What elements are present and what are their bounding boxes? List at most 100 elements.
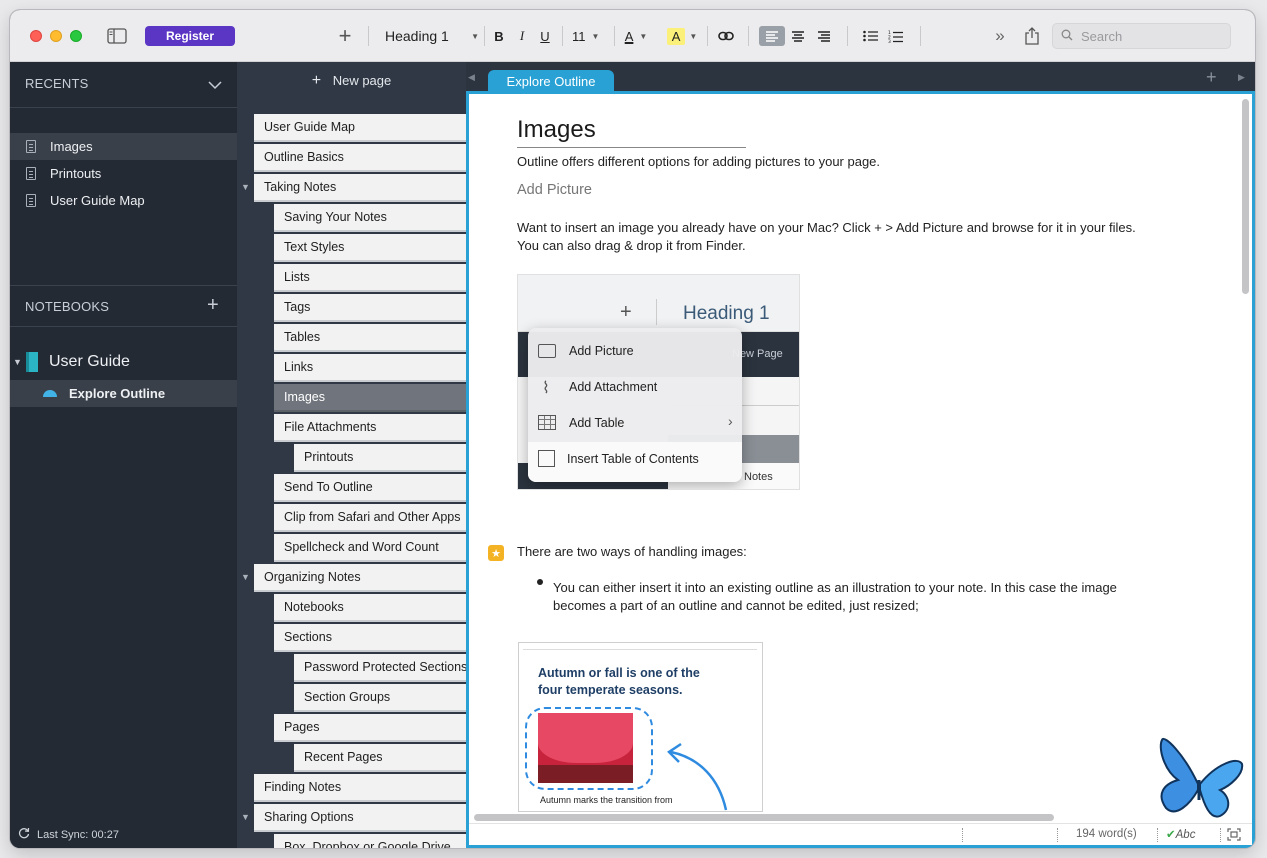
page-item[interactable]: Links <box>274 354 466 382</box>
fullscreen-icon[interactable] <box>1227 828 1241 844</box>
page-content[interactable]: Images Outline offers different options … <box>466 91 1255 848</box>
document-icon <box>26 140 36 153</box>
numbered-list-icon[interactable]: 123 <box>886 26 906 46</box>
bold-button[interactable]: B <box>492 26 506 46</box>
register-button[interactable]: Register <box>145 26 235 46</box>
page-item[interactable]: Lists <box>274 264 466 292</box>
embedded-image-autumn[interactable]: Autumn or fall is one of the four temper… <box>518 642 763 812</box>
search-icon <box>1061 29 1073 44</box>
page-item-label: Lists <box>284 270 310 284</box>
page-item[interactable]: Box, Dropbox or Google Drive <box>274 834 466 848</box>
page-item[interactable]: Organizing Notes <box>254 564 466 592</box>
page-item-label: Notebooks <box>284 600 344 614</box>
search-input[interactable]: Search <box>1052 23 1231 49</box>
recent-item-images[interactable]: Images <box>10 133 237 160</box>
minimize-window-button[interactable] <box>50 30 62 42</box>
page-item[interactable]: Printouts <box>294 444 466 472</box>
italic-button[interactable]: I <box>515 26 529 46</box>
page-title[interactable]: Images <box>517 116 746 148</box>
new-page-button[interactable]: + New page <box>237 72 466 90</box>
scroll-left-icon[interactable]: ◀ <box>468 72 475 83</box>
page-item[interactable]: Sections <box>274 624 466 652</box>
image-menu-item: Add Table <box>569 416 625 430</box>
bullet-item[interactable]: You can either insert it into an existin… <box>553 579 1123 615</box>
more-tools-icon[interactable]: » <box>990 26 1010 46</box>
page-item[interactable]: Section Groups <box>294 684 466 712</box>
page-item-label: Printouts <box>304 450 354 464</box>
page-item[interactable]: Outline Basics <box>254 144 466 172</box>
page-item[interactable]: Sharing Options <box>254 804 466 832</box>
page-item[interactable]: Password Protected Sections <box>294 654 466 682</box>
chevron-right-icon: › <box>728 413 733 429</box>
section-label: Explore Outline <box>69 386 166 401</box>
bullet-list-icon[interactable] <box>861 26 881 46</box>
font-color-button[interactable]: A ▼ <box>622 26 650 46</box>
paragraph-add-picture[interactable]: Want to insert an image you already have… <box>517 219 1137 255</box>
page-item[interactable]: Taking Notes <box>254 174 466 202</box>
chevron-down-icon[interactable]: ▼ <box>241 572 250 582</box>
recent-item-user-guide-map[interactable]: User Guide Map <box>10 187 237 214</box>
spellcheck-button[interactable]: ✔Abc <box>1166 827 1195 841</box>
notebook-user-guide[interactable]: ▼ User Guide <box>10 348 237 376</box>
zoom-window-button[interactable] <box>70 30 82 42</box>
tagged-line[interactable]: There are two ways of handling images: <box>517 543 747 561</box>
page-item[interactable]: Send To Outline <box>274 474 466 502</box>
page-item[interactable]: Saving Your Notes <box>274 204 466 232</box>
add-icon[interactable]: + <box>335 23 355 48</box>
sync-icon[interactable] <box>18 827 30 842</box>
page-item-label: Text Styles <box>284 240 345 254</box>
page-item[interactable]: User Guide Map <box>254 114 466 142</box>
page-item[interactable]: Pages <box>274 714 466 742</box>
page-item[interactable]: Finding Notes <box>254 774 466 802</box>
section-explore-outline[interactable]: Explore Outline <box>10 380 237 407</box>
share-icon[interactable] <box>1022 26 1042 46</box>
align-left-icon[interactable] <box>759 26 785 46</box>
vertical-scrollbar[interactable] <box>1242 99 1249 294</box>
document-icon <box>26 194 36 207</box>
chevron-down-icon[interactable] <box>208 77 222 95</box>
link-icon[interactable] <box>716 26 736 46</box>
align-center-icon[interactable] <box>788 26 808 46</box>
tab-explore-outline[interactable]: Explore Outline <box>488 70 614 92</box>
page-item[interactable]: Tables <box>274 324 466 352</box>
heading-style-value: Heading 1 <box>385 28 449 44</box>
page-item[interactable]: File Attachments <box>274 414 466 442</box>
chevron-down-icon: ▼ <box>471 32 479 41</box>
horizontal-scrollbar[interactable] <box>474 814 1054 821</box>
notebook-label: User Guide <box>49 353 130 370</box>
embedded-image-add-menu[interactable]: + Heading 1 New Page Notes Add Picture ⌇… <box>517 274 800 490</box>
font-size-value: 11 <box>572 28 586 44</box>
page-item[interactable]: Tags <box>274 294 466 322</box>
page-item[interactable]: Clip from Safari and Other Apps <box>274 504 466 532</box>
close-window-button[interactable] <box>30 30 42 42</box>
sidebar: RECENTS Images Printouts User Guide Map … <box>10 62 237 848</box>
scroll-right-icon[interactable]: ▶ <box>1238 72 1245 83</box>
last-sync-label: Last Sync: 00:27 <box>37 828 119 841</box>
page-item-label: User Guide Map <box>264 120 356 134</box>
chevron-down-icon[interactable]: ▼ <box>241 182 250 192</box>
page-item[interactable]: Recent Pages <box>294 744 466 772</box>
add-notebook-icon[interactable]: + <box>207 295 219 315</box>
underline-button[interactable]: U <box>538 26 552 46</box>
chevron-down-icon[interactable]: ▼ <box>241 812 250 822</box>
recent-item-label: Images <box>50 139 93 154</box>
image-menu-item: Insert Table of Contents <box>567 452 699 466</box>
page-item[interactable]: Images <box>274 384 466 412</box>
sidebar-toggle-icon[interactable] <box>106 26 128 46</box>
align-right-icon[interactable] <box>814 26 834 46</box>
add-tab-icon[interactable]: + <box>1206 67 1217 88</box>
intro-paragraph[interactable]: Outline offers different options for add… <box>517 153 880 171</box>
font-size-select[interactable]: 11 ▼ <box>572 26 602 46</box>
page-item[interactable]: Notebooks <box>274 594 466 622</box>
document-icon <box>26 167 36 180</box>
page-item[interactable]: Text Styles <box>274 234 466 262</box>
subheading[interactable]: Add Picture <box>517 182 592 198</box>
page-item-label: Saving Your Notes <box>284 210 387 224</box>
star-tag-icon[interactable]: ★ <box>488 545 504 561</box>
page-item-label: Spellcheck and Word Count <box>284 540 439 554</box>
highlight-button[interactable]: A ▼ <box>665 26 699 46</box>
page-item-label: Finding Notes <box>264 780 342 794</box>
page-item[interactable]: Spellcheck and Word Count <box>274 534 466 562</box>
heading-style-select[interactable]: Heading 1 ▼ <box>385 26 479 46</box>
recent-item-printouts[interactable]: Printouts <box>10 160 237 187</box>
